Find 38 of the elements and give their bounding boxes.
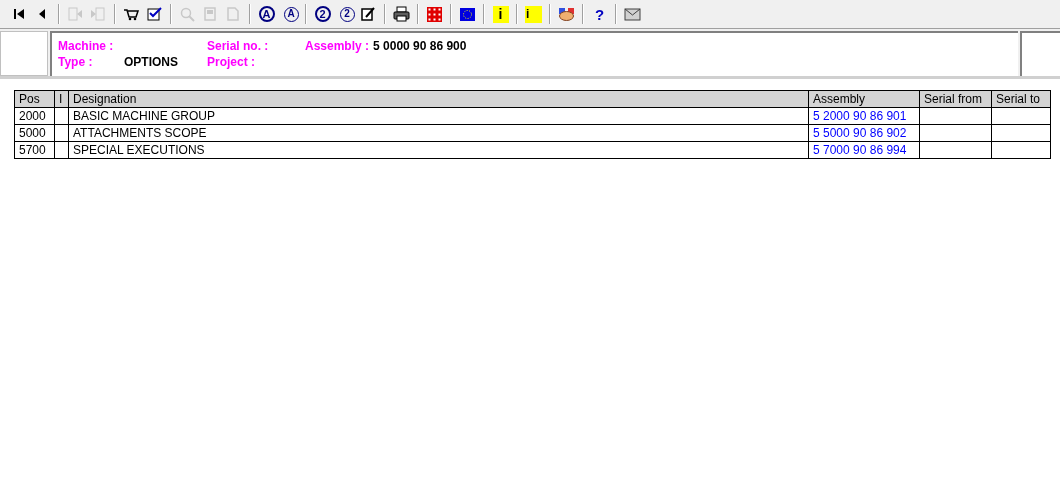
printer-icon bbox=[393, 5, 410, 23]
printer-button[interactable] bbox=[390, 3, 413, 25]
flag-icon bbox=[459, 5, 476, 23]
page-icon bbox=[225, 5, 242, 23]
checklist-icon bbox=[146, 5, 163, 23]
zoom-icon bbox=[179, 5, 196, 23]
assembly-link[interactable]: 5 7000 90 86 994 bbox=[808, 141, 920, 159]
notepad-icon bbox=[360, 5, 377, 23]
table-cell: SPECIAL EXECUTIONS bbox=[68, 141, 809, 159]
column-header[interactable]: Serial to bbox=[991, 90, 1051, 108]
column-header[interactable]: Serial from bbox=[919, 90, 992, 108]
table-cell: BASIC MACHINE GROUP bbox=[68, 107, 809, 125]
column-header[interactable]: Pos bbox=[14, 90, 55, 108]
assembly-label: Assembly : bbox=[305, 38, 370, 54]
table-cell: ATTACHMENTS SCOPE bbox=[68, 124, 809, 142]
document-icon bbox=[90, 5, 107, 23]
table-cell: 5000 bbox=[14, 124, 55, 142]
page-icon bbox=[202, 5, 219, 23]
mail-icon bbox=[624, 5, 641, 23]
table-cell: 5700 bbox=[14, 141, 55, 159]
table-cell: 2000 bbox=[14, 107, 55, 125]
serial-label: Serial no. : bbox=[207, 38, 270, 54]
type-value: OPTIONS bbox=[124, 54, 179, 70]
assembly-link[interactable]: 5 5000 90 86 902 bbox=[808, 124, 920, 142]
wrench-button[interactable]: i bbox=[522, 3, 545, 25]
column-header[interactable]: Assembly bbox=[808, 90, 920, 108]
column-header[interactable]: Designation bbox=[68, 90, 809, 108]
type-label: Type : bbox=[58, 54, 94, 70]
assembly-link[interactable]: 5 2000 90 86 901 bbox=[808, 107, 920, 125]
document-icon bbox=[67, 5, 84, 23]
machine-label: Machine : bbox=[58, 38, 115, 54]
project-label: Project : bbox=[207, 54, 255, 70]
help-button[interactable]: ? bbox=[588, 3, 611, 25]
grid-icon bbox=[426, 5, 443, 23]
assembly-value: 5 0000 90 86 900 bbox=[373, 38, 467, 54]
side-panel bbox=[1020, 31, 1060, 76]
side-panel bbox=[0, 31, 48, 76]
handshake-icon bbox=[558, 5, 575, 23]
